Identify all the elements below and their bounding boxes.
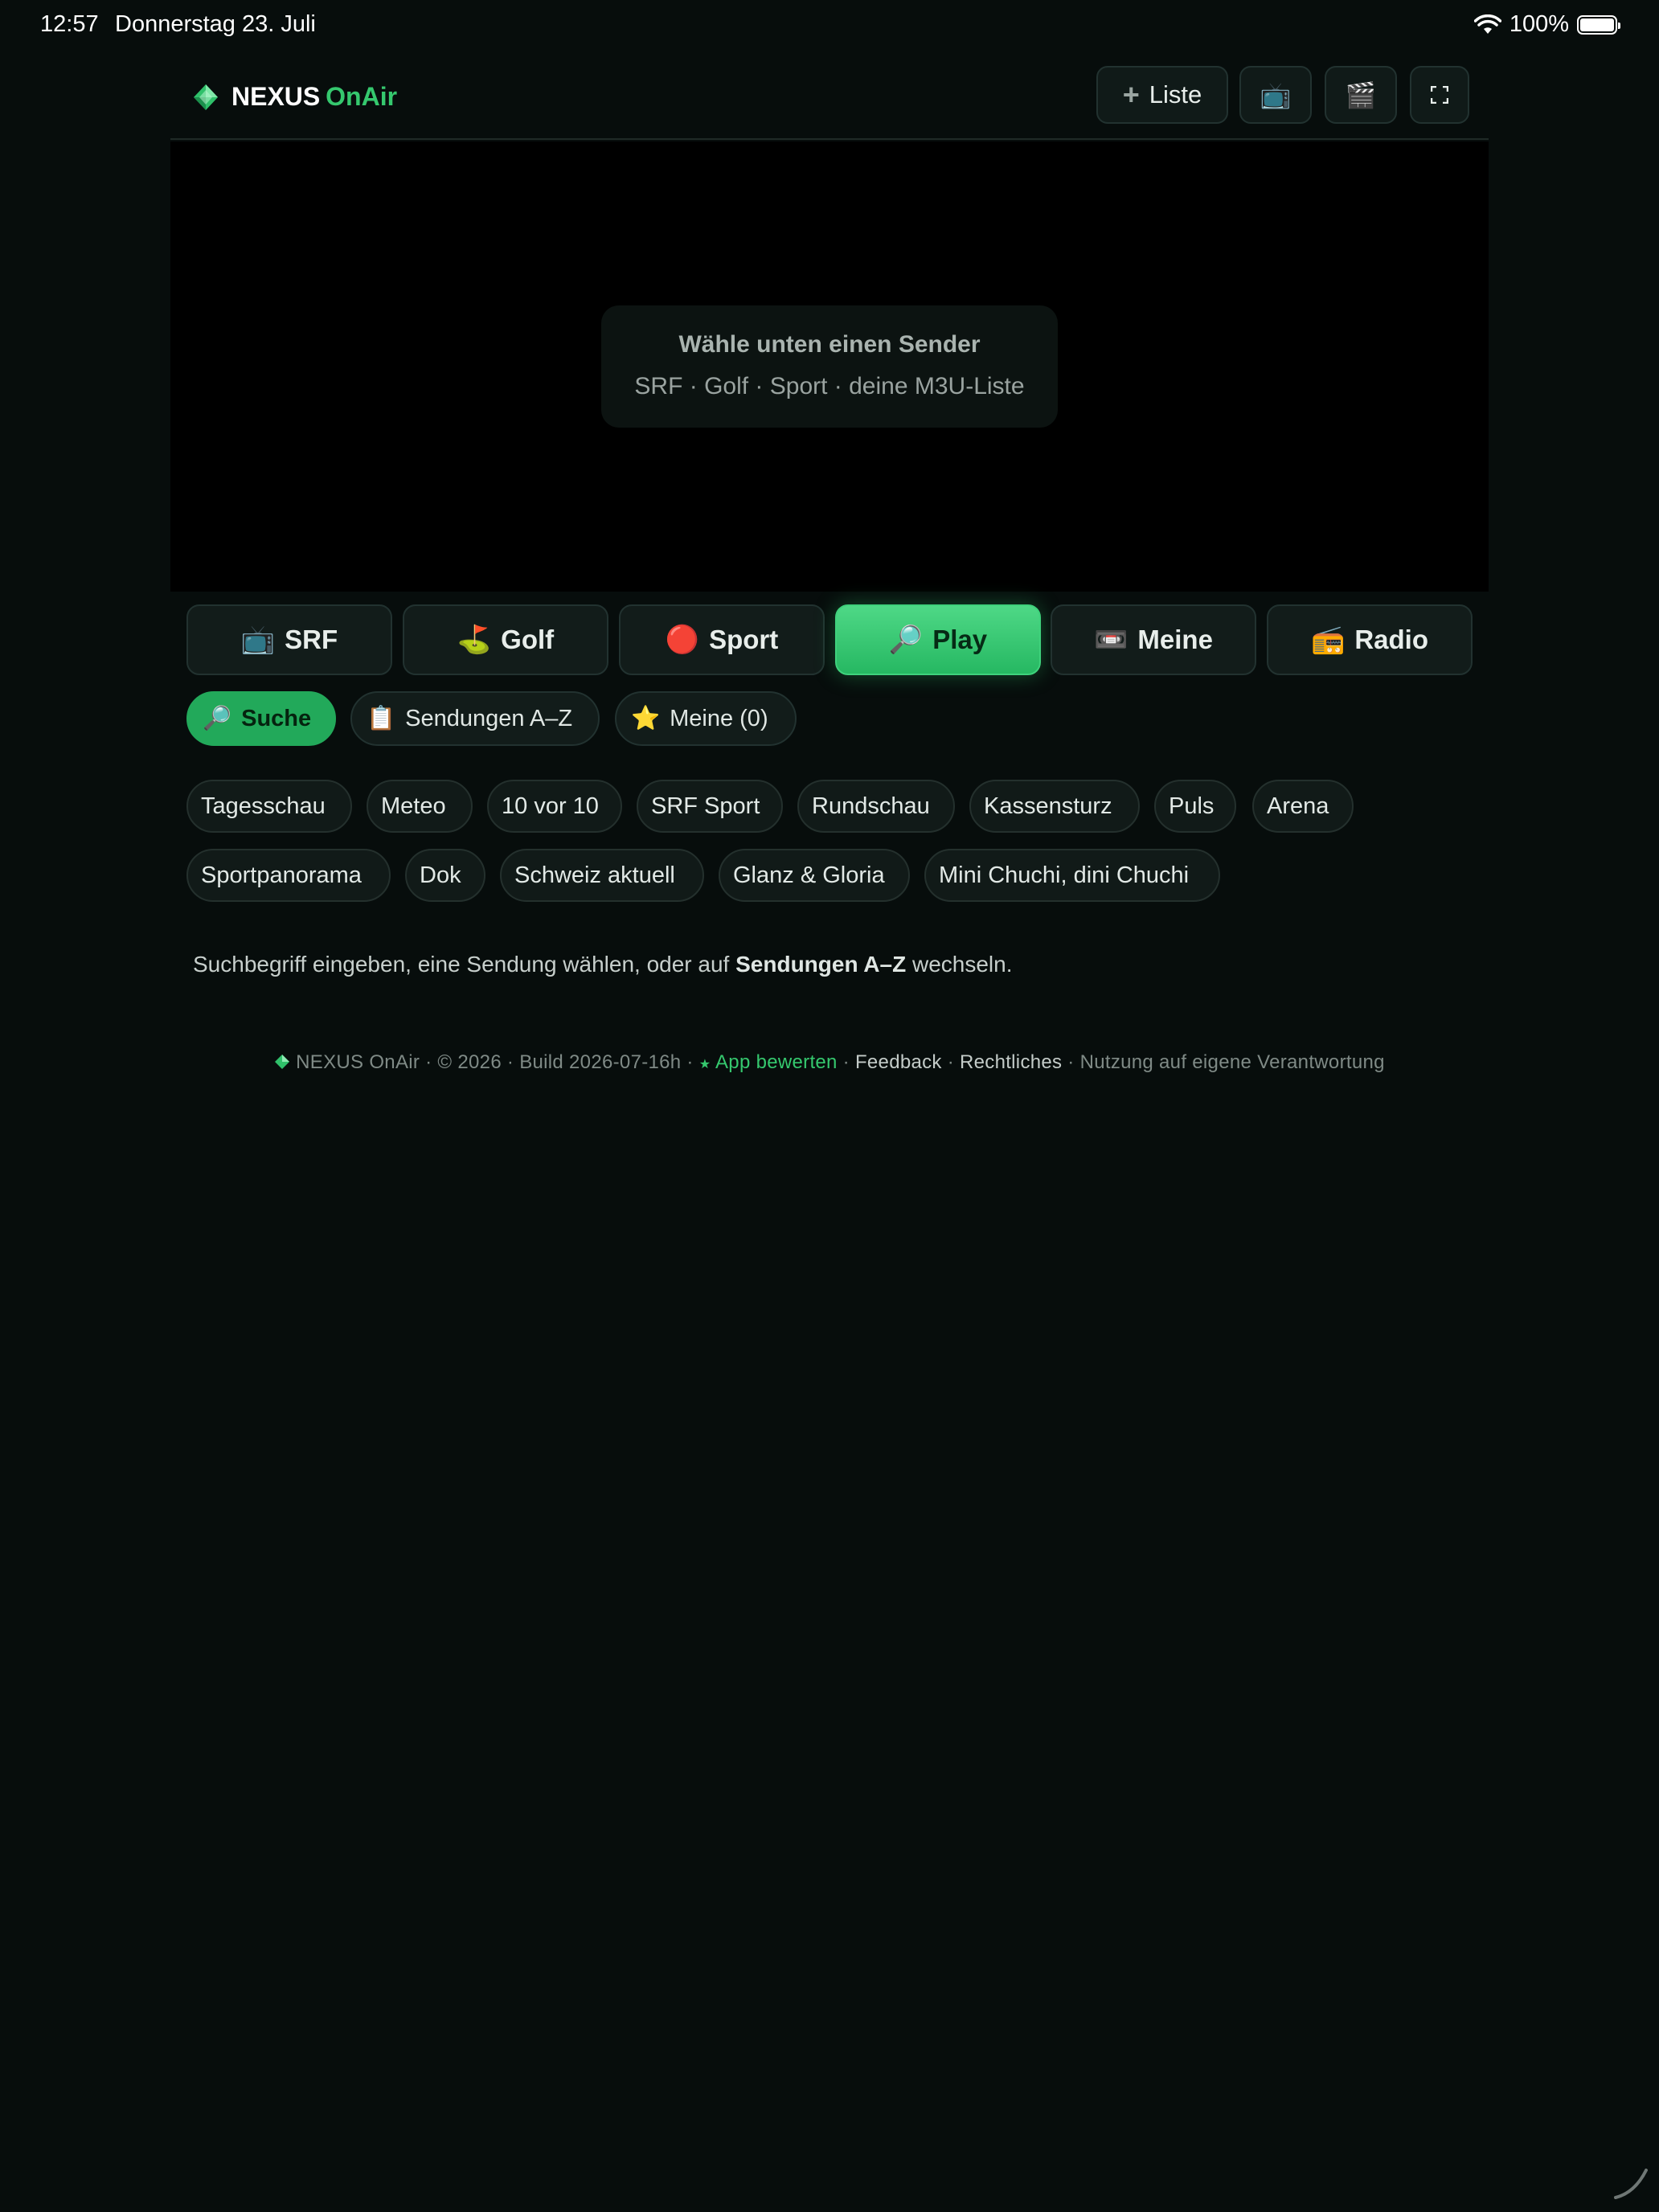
show-chip-schweiz-aktuell[interactable]: Schweiz aktuell [500, 849, 704, 902]
tab-radio[interactable]: 📻 Radio [1267, 604, 1473, 675]
hint-link-sendungen: Sendungen A–Z [735, 952, 907, 977]
tv-icon: 📺 [240, 625, 276, 655]
footer: NEXUS OnAir · © 2026 · Build 2026-07-16h… [0, 1051, 1659, 1074]
clipboard-icon: 📋 [367, 706, 396, 731]
status-date: Donnerstag 23. Juli [115, 11, 316, 37]
magnifier-icon: 🔎 [203, 706, 232, 731]
resize-handle-icon[interactable] [1611, 2161, 1651, 2201]
wifi-icon [1473, 14, 1501, 34]
fullscreen-button[interactable] [1410, 66, 1469, 124]
hint-text-before: Suchbegriff eingeben, eine Sendung wähle… [193, 952, 736, 977]
show-chip-kassensturz[interactable]: Kassensturz [969, 780, 1140, 833]
search-hint: Suchbegriff eingeben, eine Sendung wähle… [193, 952, 1013, 977]
tab-label: SRF [285, 625, 338, 654]
tab-sport[interactable]: 🔴 Sport [619, 604, 825, 675]
show-chip-mini-chuchi[interactable]: Mini Chuchi, dini Chuchi [924, 849, 1220, 902]
show-chip-sportpanorama[interactable]: Sportpanorama [186, 849, 391, 902]
show-chip-glanz-gloria[interactable]: Glanz & Gloria [719, 849, 910, 902]
tab-golf[interactable]: ⛳ Golf [403, 604, 608, 675]
tab-play[interactable]: 🔎 Play [835, 604, 1041, 675]
footer-build: Build 2026-07-16h [519, 1051, 682, 1073]
add-list-button[interactable]: + Liste [1096, 66, 1228, 124]
battery-percent: 100% [1509, 11, 1569, 37]
red-circle-icon: 🔴 [665, 625, 700, 655]
show-chip-dok[interactable]: Dok [405, 849, 485, 902]
gem-icon [275, 1055, 290, 1069]
status-time: 12:57 [40, 11, 99, 37]
player-title: Wähle unten einen Sender [678, 331, 981, 358]
rate-app-link[interactable]: ★ App bewerten [699, 1051, 838, 1073]
show-chip-arena[interactable]: Arena [1252, 780, 1354, 833]
legal-link[interactable]: Rechtliches [960, 1051, 1062, 1073]
subtab-sendungen-az[interactable]: 📋 Sendungen A–Z [350, 691, 600, 746]
tv-button[interactable]: 📺 [1239, 66, 1312, 124]
app-logo[interactable]: NEXUS OnAir [191, 82, 397, 112]
clapper-button[interactable]: 🎬 [1325, 66, 1397, 124]
show-chip-meteo[interactable]: Meteo [367, 780, 473, 833]
tab-label: Play [932, 625, 988, 654]
tab-label: Meine [1137, 625, 1213, 654]
subtab-label: Sendungen A–Z [405, 705, 573, 731]
star-icon: ⭐ [631, 706, 661, 731]
videocassette-icon: 📼 [1094, 625, 1129, 655]
tab-meine[interactable]: 📼 Meine [1051, 604, 1256, 675]
magnifier-icon: 🔎 [888, 625, 924, 655]
subtab-meine[interactable]: ⭐ Meine (0) [615, 691, 797, 746]
status-bar: 12:57 Donnerstag 23. Juli 100% [0, 0, 1659, 51]
subtab-label: Meine (0) [670, 705, 768, 731]
footer-copyright: © 2026 [437, 1051, 502, 1073]
subtab-suche[interactable]: 🔎 Suche [186, 691, 336, 746]
plus-icon: + [1122, 78, 1140, 111]
show-chip-puls[interactable]: Puls [1154, 780, 1236, 833]
footer-disclaimer: Nutzung auf eigene Verantwortung [1079, 1051, 1385, 1073]
player-subtitle: SRF · Golf · Sport · deine M3U-Liste [634, 373, 1025, 399]
tab-srf[interactable]: 📺 SRF [186, 604, 392, 675]
tv-icon: 📺 [1260, 80, 1292, 109]
gem-icon [194, 84, 218, 110]
fullscreen-icon [1431, 86, 1448, 104]
status-right: 100% [1473, 11, 1620, 38]
golf-flag-icon: ⛳ [457, 625, 492, 655]
show-chip-tagesschau[interactable]: Tagesschau [186, 780, 352, 833]
feedback-link[interactable]: Feedback [855, 1051, 942, 1073]
battery-icon [1577, 14, 1620, 35]
add-list-label: Liste [1149, 80, 1202, 109]
tab-label: Sport [709, 625, 779, 654]
subtab-label: Suche [241, 705, 312, 731]
tab-label: Radio [1354, 625, 1428, 654]
hint-text-after: wechseln. [906, 952, 1013, 977]
show-chip-rundschau[interactable]: Rundschau [797, 780, 955, 833]
footer-brand: NEXUS OnAir [296, 1051, 420, 1073]
logo-word-nexus: NEXUS [231, 82, 321, 111]
star-icon: ★ [698, 1058, 711, 1071]
video-player[interactable]: Wähle unten einen Sender SRF · Golf · Sp… [170, 141, 1489, 592]
clapper-icon: 🎬 [1345, 80, 1377, 109]
app-header: NEXUS OnAir + Liste 📺 🎬 [170, 64, 1489, 140]
show-chip-10-vor-10[interactable]: 10 vor 10 [487, 780, 622, 833]
radio-icon: 📻 [1310, 625, 1346, 655]
show-chip-srf-sport[interactable]: SRF Sport [637, 780, 783, 833]
player-placeholder: Wähle unten einen Sender SRF · Golf · Sp… [601, 305, 1058, 428]
logo-word-onair: OnAir [326, 82, 398, 111]
tab-label: Golf [501, 625, 555, 654]
